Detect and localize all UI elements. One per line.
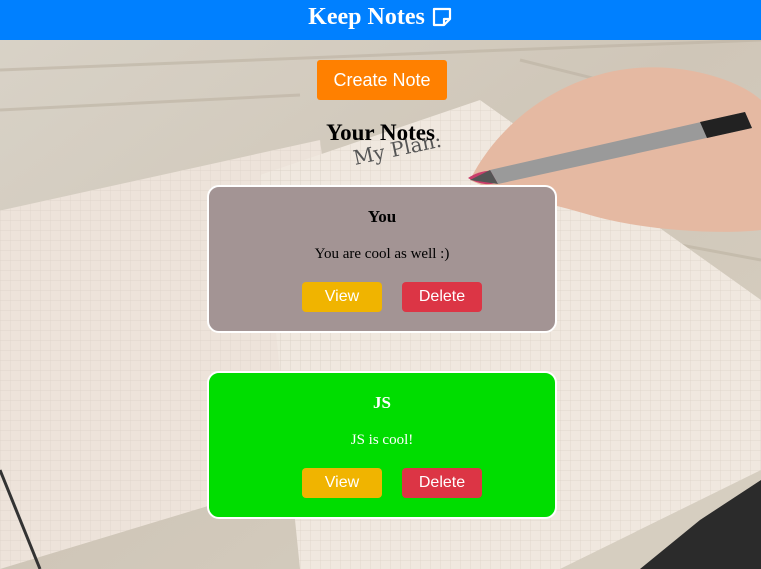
- view-note-button[interactable]: View: [302, 468, 382, 498]
- app-title: Keep Notes: [308, 3, 425, 30]
- delete-note-button[interactable]: Delete: [402, 282, 482, 312]
- create-note-button[interactable]: Create Note: [317, 60, 447, 100]
- note-title: You: [367, 207, 397, 226]
- note-body: JS is cool!: [350, 432, 414, 448]
- note-title: JS: [373, 393, 391, 412]
- delete-note-button[interactable]: Delete: [402, 468, 482, 498]
- app-header: Keep Notes: [0, 0, 761, 40]
- view-note-button[interactable]: View: [302, 282, 382, 312]
- section-title: Your Notes: [326, 120, 435, 145]
- note-card: You You are cool as well :) View Delete: [207, 185, 557, 333]
- sticky-note-icon: [431, 6, 453, 28]
- note-card: JS JS is cool! View Delete: [207, 371, 557, 519]
- note-body: You are cool as well :): [314, 246, 450, 262]
